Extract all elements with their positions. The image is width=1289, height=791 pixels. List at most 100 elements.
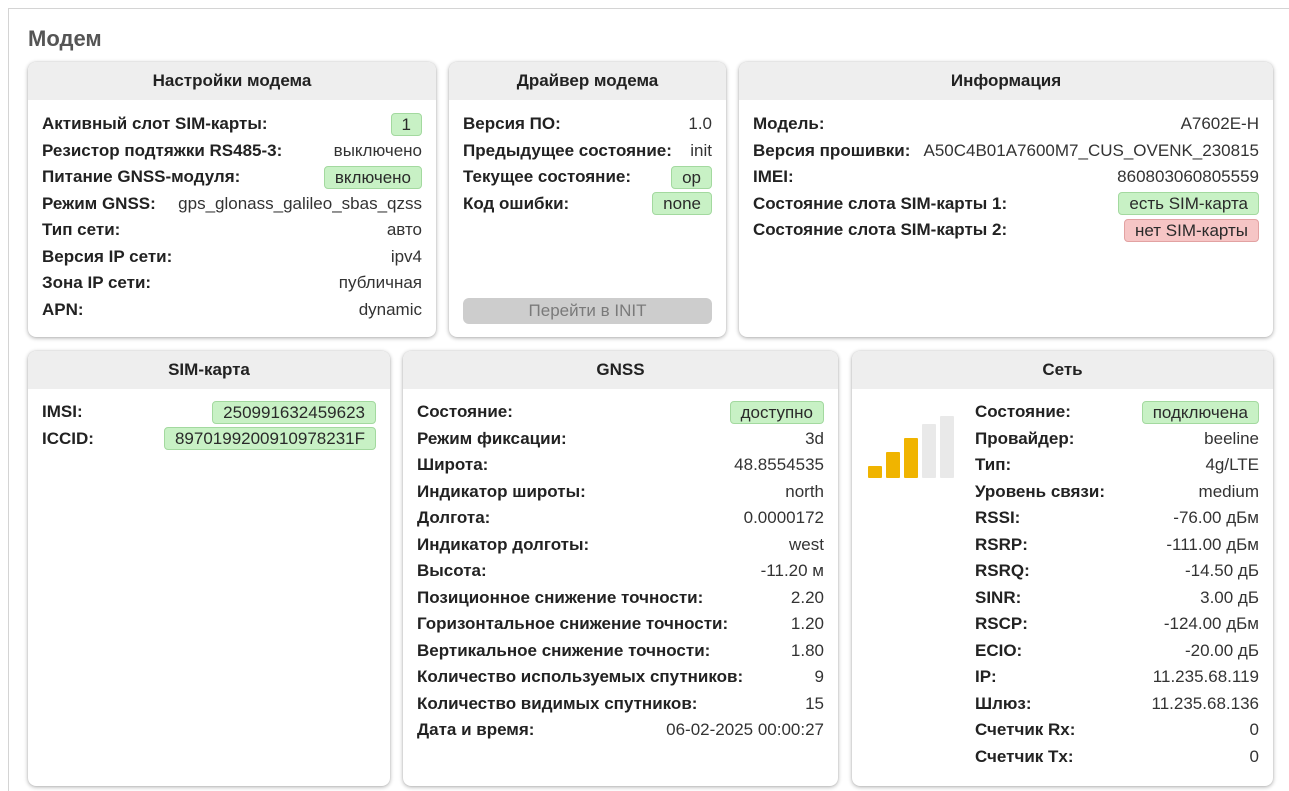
net-type-value: 4g/LTE — [1205, 455, 1259, 475]
rs485-pullup-label: Резистор подтяжки RS485-3: — [42, 140, 283, 160]
ip-address-label: IP: — [975, 667, 997, 687]
longitude-indicator-label: Индикатор долготы: — [417, 534, 590, 554]
imsi-row: IMSI: 250991632459623 — [42, 399, 376, 426]
gnss-power-row: Питание GNSS-модуля: включено — [42, 164, 422, 191]
previous-state-row: Предыдущее состояние: init — [463, 138, 712, 165]
rsrp-label: RSRP: — [975, 534, 1028, 554]
ecio-row: ECIO: -20.00 дБ — [975, 638, 1259, 665]
provider-row: Провайдер: beeline — [975, 426, 1259, 453]
error-code-row: Код ошибки: none — [463, 191, 712, 218]
rx-counter-row: Счетчик Rx: 0 — [975, 717, 1259, 744]
pdop-row: Позиционное снижение точности: 2.20 — [417, 585, 824, 612]
rsrp-value: -111.00 дБм — [1166, 534, 1259, 554]
error-code-badge: none — [652, 192, 712, 216]
ecio-label: ECIO: — [975, 640, 1023, 660]
fix-mode-value: 3d — [805, 428, 824, 448]
rscp-row: RSCP: -124.00 дБм — [975, 611, 1259, 638]
sim-slot-1-state-row: Состояние слота SIM-карты 1: есть SIM-ка… — [753, 191, 1259, 218]
model-label: Модель: — [753, 114, 825, 134]
gnss-state-badge: доступно — [729, 400, 824, 424]
model-row: Модель: A7602E-H — [753, 111, 1259, 138]
vdop-label: Вертикальное снижение точности: — [417, 640, 711, 660]
fix-mode-label: Режим фиксации: — [417, 428, 567, 448]
connection-state-badge: подключена — [1141, 400, 1259, 424]
net-type-label: Тип: — [975, 455, 1012, 475]
hdop-label: Горизонтальное снижение точности: — [417, 614, 729, 634]
latitude-value: 48.8554535 — [734, 455, 824, 475]
ip-address-row: IP: 11.235.68.119 — [975, 664, 1259, 691]
gateway-value: 11.235.68.136 — [1151, 693, 1259, 713]
go-to-init-button[interactable]: Перейти в INIT — [463, 298, 712, 324]
gateway-label: Шлюз: — [975, 693, 1032, 713]
modem-settings-title: Настройки модема — [28, 62, 436, 100]
signal-level-row: Уровень связи: medium — [975, 479, 1259, 506]
signal-bar — [940, 416, 954, 478]
modem-settings-card: Настройки модема Активный слот SIM-карты… — [28, 62, 436, 337]
altitude-row: Высота: -11.20 м — [417, 558, 824, 585]
iccid-badge: 8970199200910978231F — [163, 427, 376, 451]
longitude-indicator-row: Индикатор долготы: west — [417, 532, 824, 559]
imei-row: IMEI: 860803060805559 — [753, 164, 1259, 191]
ip-zone-row: Зона IP сети: публичная — [42, 270, 422, 297]
rs485-pullup-row: Резистор подтяжки RS485-3: выключено — [42, 138, 422, 165]
network-type-value: авто — [386, 220, 422, 240]
pdop-value: 2.20 — [790, 587, 824, 607]
rsrq-label: RSRQ: — [975, 561, 1030, 581]
software-version-row: Версия ПО: 1.0 — [463, 111, 712, 138]
rsrp-row: RSRP: -111.00 дБм — [975, 532, 1259, 559]
rssi-row: RSSI: -76.00 дБм — [975, 505, 1259, 532]
gnss-state-label: Состояние: — [417, 402, 513, 422]
sinr-value: 3.00 дБ — [1200, 587, 1259, 607]
software-version-label: Версия ПО: — [463, 114, 561, 134]
rscp-value: -124.00 дБм — [1163, 614, 1259, 634]
network-title: Сеть — [852, 351, 1273, 389]
rsrq-row: RSRQ: -14.50 дБ — [975, 558, 1259, 585]
software-version-value: 1.0 — [688, 114, 712, 134]
signal-bar — [922, 424, 936, 478]
active-sim-slot-label: Активный слот SIM-карты: — [42, 114, 268, 134]
imsi-label: IMSI: — [42, 402, 83, 422]
latitude-row: Широта: 48.8554535 — [417, 452, 824, 479]
sim-card-title: SIM-карта — [28, 351, 390, 389]
current-state-badge: op — [671, 165, 712, 189]
ip-version-row: Версия IP сети: ipv4 — [42, 244, 422, 271]
rssi-label: RSSI: — [975, 508, 1021, 528]
tx-counter-label: Счетчик Tx: — [975, 746, 1074, 766]
active-sim-slot-badge: 1 — [390, 112, 422, 136]
previous-state-label: Предыдущее состояние: — [463, 140, 672, 160]
sim-slot-2-state-row: Состояние слота SIM-карты 2: нет SIM-кар… — [753, 217, 1259, 244]
apn-label: APN: — [42, 299, 84, 319]
pdop-label: Позиционное снижение точности: — [417, 587, 704, 607]
signal-level-value: medium — [1198, 481, 1259, 501]
gnss-mode-value: gps_glonass_galileo_sbas_qzss — [178, 193, 422, 213]
sim-slot-2-state-label: Состояние слота SIM-карты 2: — [753, 220, 1008, 240]
sim-card-body: IMSI: 250991632459623 ICCID: 89701992009… — [28, 389, 390, 452]
previous-state-value: init — [690, 140, 712, 160]
gnss-power-label: Питание GNSS-модуля: — [42, 167, 241, 187]
information-card: Информация Модель: A7602E-H Версия проши… — [739, 62, 1273, 337]
altitude-label: Высота: — [417, 561, 487, 581]
gnss-title: GNSS — [403, 351, 838, 389]
network-card: Сеть Состояние: подключена Провайдер: be… — [852, 351, 1273, 786]
sim-slot-1-state-badge: есть SIM-карта — [1118, 192, 1259, 216]
latitude-label: Широта: — [417, 455, 489, 475]
hdop-row: Горизонтальное снижение точности: 1.20 — [417, 611, 824, 638]
satellites-used-label: Количество используемых спутников: — [417, 667, 744, 687]
sim-slot-1-state-label: Состояние слота SIM-карты 1: — [753, 193, 1008, 213]
ip-zone-value: публичная — [338, 273, 422, 293]
date-time-label: Дата и время: — [417, 720, 535, 740]
hdop-value: 1.20 — [790, 614, 824, 634]
network-type-row: Тип сети: авто — [42, 217, 422, 244]
longitude-value: 0.0000172 — [743, 508, 824, 528]
error-code-label: Код ошибки: — [463, 193, 570, 213]
connection-state-label: Состояние: — [975, 402, 1071, 422]
rscp-label: RSCP: — [975, 614, 1028, 634]
network-type-label: Тип сети: — [42, 220, 121, 240]
active-sim-slot-row: Активный слот SIM-карты: 1 — [42, 111, 422, 138]
signal-bar — [868, 466, 882, 478]
sinr-label: SINR: — [975, 587, 1022, 607]
signal-bar — [904, 438, 918, 478]
iccid-row: ICCID: 8970199200910978231F — [42, 426, 376, 453]
model-value: A7602E-H — [1180, 114, 1259, 134]
imei-label: IMEI: — [753, 167, 794, 187]
